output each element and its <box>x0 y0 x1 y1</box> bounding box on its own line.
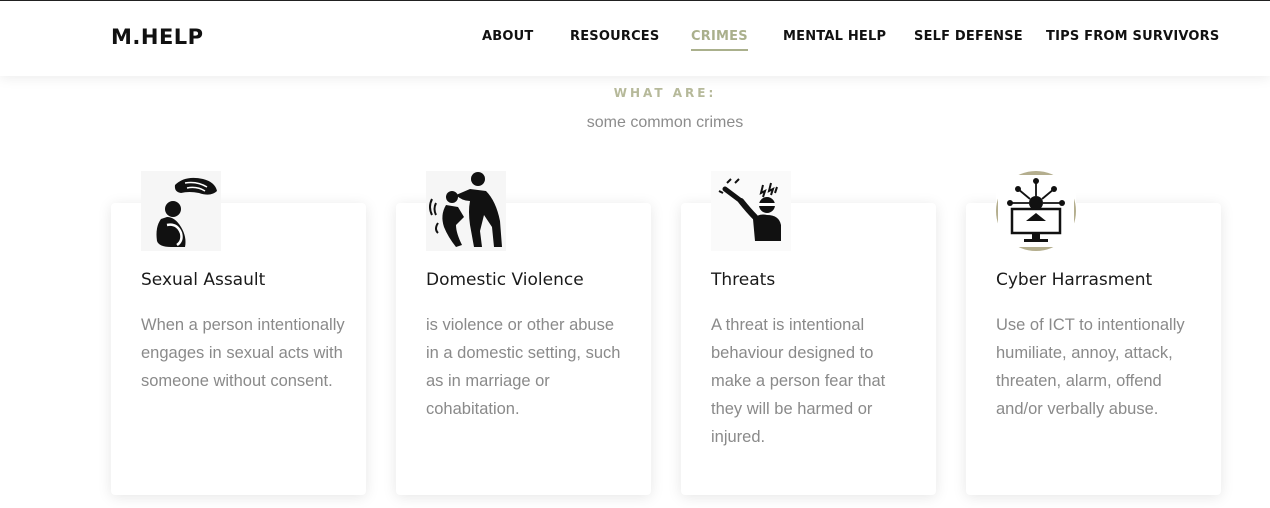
nav-tips-from-survivors[interactable]: TIPS FROM SURVIVORS <box>1046 29 1219 44</box>
crime-card-cyber-harassment: Cyber Harrasment Use of ICT to intention… <box>966 171 1221 495</box>
cyber-harassment-icon <box>996 171 1076 251</box>
sexual-assault-icon <box>141 171 221 251</box>
main-nav: ABOUT RESOURCES CRIMES MENTAL HELP SELF … <box>0 29 1270 51</box>
card-description: Use of ICT to intentionally humiliate, a… <box>996 316 1185 418</box>
section-subtitle: some common crimes <box>586 114 744 131</box>
site-header: M.HELP ABOUT RESOURCES CRIMES MENTAL HEL… <box>0 1 1270 76</box>
card-title: Threats <box>711 270 776 290</box>
threats-icon <box>711 171 791 251</box>
card-title: Sexual Assault <box>141 270 266 290</box>
crime-card-sexual-assault: Sexual Assault When a person intentional… <box>111 171 366 495</box>
nav-crimes[interactable]: CRIMES <box>691 29 748 51</box>
card-title: Cyber Harrasment <box>996 270 1153 290</box>
nav-mental-help[interactable]: MENTAL HELP <box>783 29 886 44</box>
card-title: Domestic Violence <box>426 270 584 290</box>
card-description: is violence or other abuse in a domestic… <box>426 316 621 418</box>
section-label: WHAT ARE: <box>613 86 717 100</box>
domestic-violence-icon <box>426 171 506 251</box>
card-description: When a person intentionally engages in s… <box>141 316 345 390</box>
crime-card-threats: Threats A threat is intentional behaviou… <box>681 171 936 495</box>
card-description: A threat is intentional behaviour design… <box>711 316 886 446</box>
nav-self-defense[interactable]: SELF DEFENSE <box>914 29 1023 44</box>
crime-card-domestic-violence: Domestic Violence is violence or other a… <box>396 171 651 495</box>
nav-about[interactable]: ABOUT <box>482 29 533 44</box>
nav-resources[interactable]: RESOURCES <box>570 29 659 44</box>
